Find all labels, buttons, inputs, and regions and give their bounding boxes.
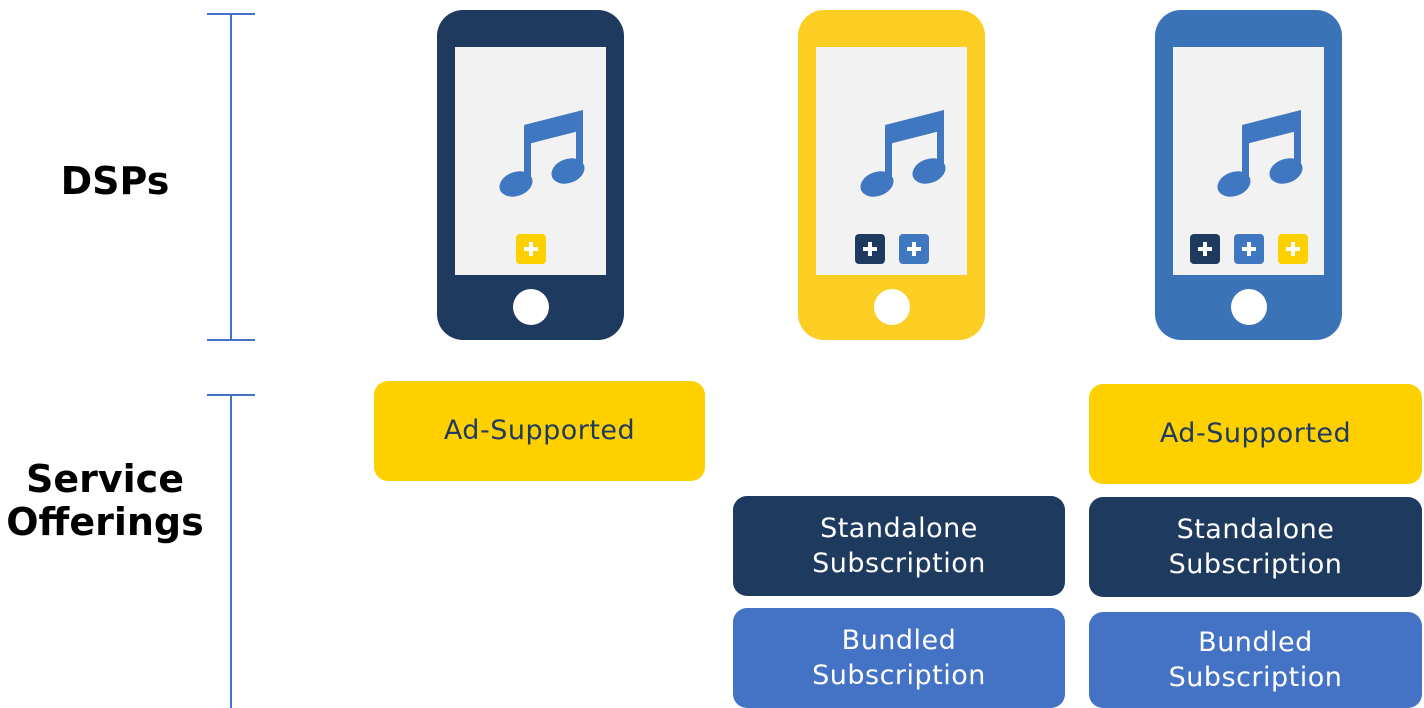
- plus-icon: [1277, 234, 1308, 264]
- plus-icon: [854, 234, 885, 264]
- dsps-label: DSPs: [60, 159, 170, 203]
- music-note-icon: [499, 110, 585, 197]
- plus-icons: [1173, 234, 1324, 264]
- phone-screen: [1173, 47, 1324, 275]
- home-button: [513, 289, 549, 325]
- plus-icons: [816, 234, 967, 264]
- service-offerings-label: Service Offerings: [6, 457, 204, 544]
- plus-icon: [1233, 234, 1264, 264]
- plus-icons: [455, 234, 606, 264]
- blue-phone: [1155, 10, 1342, 340]
- standalone-subscription-box: Standalone Subscription: [1089, 497, 1422, 597]
- home-button: [1231, 289, 1267, 325]
- home-button: [874, 289, 910, 325]
- bundled-subscription-box: Bundled Subscription: [733, 608, 1065, 708]
- phone-screen: [816, 47, 967, 275]
- standalone-subscription-box: Standalone Subscription: [733, 496, 1065, 596]
- phone-screen: [455, 47, 606, 275]
- navy-phone: [437, 10, 624, 340]
- music-note-icon: [1217, 110, 1303, 197]
- plus-icon: [1189, 234, 1220, 264]
- music-note-icon: [860, 110, 946, 197]
- bundled-subscription-box: Bundled Subscription: [1089, 612, 1422, 708]
- yellow-phone: [798, 10, 985, 340]
- plus-icon: [515, 234, 546, 264]
- ad-supported-box: Ad-Supported: [374, 381, 705, 481]
- ad-supported-box: Ad-Supported: [1089, 384, 1422, 484]
- plus-icon: [898, 234, 929, 264]
